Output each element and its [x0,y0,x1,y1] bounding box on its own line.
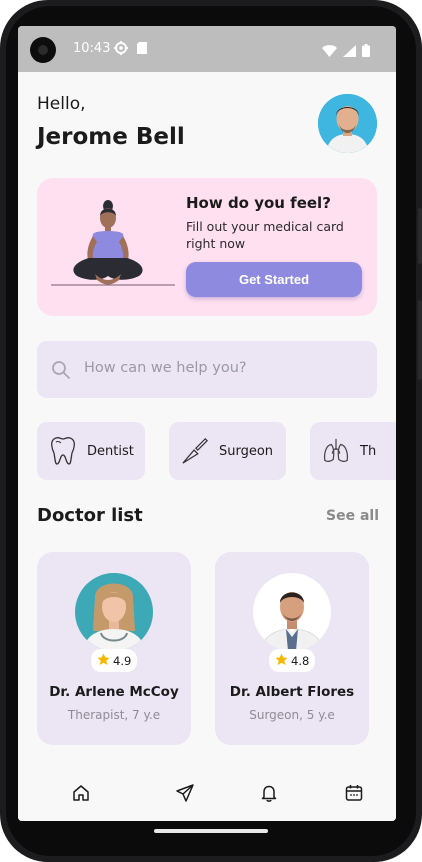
signal-icon [343,42,356,61]
greeting-text: Hello, [37,94,86,114]
promo-card: How do you feel? Fill out your medical c… [37,178,377,316]
lungs-icon [322,435,350,467]
see-all-link[interactable]: See all [326,508,379,524]
bottom-nav [18,766,396,821]
user-avatar[interactable] [318,94,377,153]
doctor-name: Dr. Arlene McCoy [49,684,179,700]
rating-value: 4.9 [113,653,132,668]
rating-value: 4.8 [291,653,310,668]
scalpel-icon [181,435,209,467]
tooth-icon [49,435,77,467]
doctor-card[interactable]: 4.8 Dr. Albert Flores Surgeon, 5 y.e [215,552,369,745]
doctor-photo [253,573,331,651]
rating-badge: 4.8 [269,649,316,672]
home-icon[interactable] [70,782,92,804]
search-placeholder: How can we help you? [84,360,247,376]
doctor-card[interactable]: 4.9 Dr. Arlene McCoy Therapist, 7 y.e [37,552,191,745]
doctor-role: Therapist, 7 y.e [67,708,161,722]
category-list: Dentist Surgeon Th [37,422,396,480]
wifi-icon [322,42,337,61]
doctor-list-title: Doctor list [37,505,143,526]
category-dentist[interactable]: Dentist [37,422,145,480]
rating-badge: 4.9 [91,649,138,672]
gear-icon [114,40,128,59]
doctor-name: Dr. Albert Flores [229,684,355,700]
front-camera [30,37,56,63]
home-indicator[interactable] [154,829,268,833]
star-icon [97,653,110,669]
doctor-photo [75,573,153,651]
search-input[interactable]: How can we help you? [37,341,377,398]
status-icons-left [114,40,148,59]
battery-icon [362,42,370,61]
category-label: Th [360,443,377,459]
category-label: Dentist [87,443,134,459]
bell-icon[interactable] [258,782,280,804]
doctor-role: Surgeon, 5 y.e [249,708,335,722]
power-button [418,300,422,380]
category-label: Surgeon [219,443,274,459]
volume-button [418,208,422,264]
promo-subtitle: Fill out your medical card right now [186,219,344,251]
app-screen: 10:43 Hello, Jerome Bell How do you feel… [18,26,396,821]
status-time: 10:43 [73,41,111,56]
status-icons-right [322,42,370,61]
category-surgeon[interactable]: Surgeon [169,422,286,480]
promo-title: How do you feel? [186,194,331,212]
sd-card-icon [136,40,148,59]
get-started-button[interactable]: Get Started [186,262,362,297]
user-name: Jerome Bell [37,124,185,150]
calendar-icon[interactable] [343,782,365,804]
category-therapist[interactable]: Th [310,422,396,480]
search-icon [51,360,71,384]
send-icon[interactable] [174,782,196,804]
meditating-woman-illustration [47,196,177,306]
status-bar: 10:43 [18,26,396,72]
star-icon [275,653,288,669]
